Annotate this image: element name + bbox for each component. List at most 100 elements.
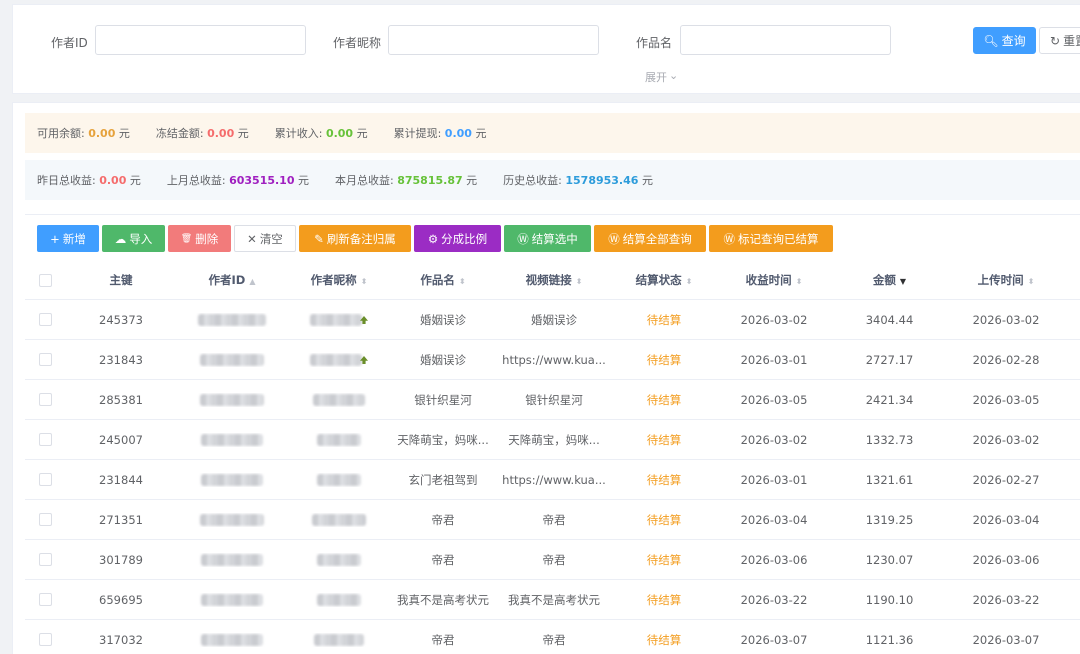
last-month-earnings: 上月总收益: 603515.10 元 <box>167 172 309 188</box>
header-author-id[interactable]: 作者ID ▲︎ <box>177 272 287 288</box>
search-panel: 作者ID 作者昵称 作品名 🔍︎ 查询 ↻ 重置 展开 ⌄ <box>12 4 1080 94</box>
cell-amount: 1230.07 <box>865 552 914 567</box>
expand-label: 展开 <box>645 71 667 84</box>
cell-work-name: 玄门老祖驾到 <box>408 472 478 487</box>
row-select-cell <box>25 513 65 526</box>
sort-desc-icon[interactable]: ▼ <box>900 277 906 286</box>
sort-icon[interactable]: ⬍ <box>361 277 368 286</box>
cell-work-name: 婚姻误诊 <box>420 352 466 367</box>
add-button[interactable]: + 新增 <box>37 225 99 252</box>
delete-button[interactable]: 🗑︎ 删除 <box>168 225 231 252</box>
header-label: 作者昵称 <box>310 273 357 287</box>
refresh-notes-button[interactable]: ✎ 刷新备注归属 <box>299 225 411 252</box>
cell-work-name: 婚姻误诊 <box>420 312 466 327</box>
cell-video-link[interactable]: 银针织星河 <box>495 392 613 408</box>
row-checkbox[interactable] <box>38 633 52 646</box>
reset-button[interactable]: ↻ 重置 <box>1039 27 1080 54</box>
row-select-cell <box>25 313 65 326</box>
cell-upload-time: 2026-03-22 <box>972 592 1040 607</box>
header-settle-status[interactable]: 结算状态 ⬍ <box>613 272 715 288</box>
header-work-name[interactable]: 作品名 ⬍ <box>391 272 495 288</box>
row-checkbox[interactable] <box>38 433 52 446</box>
sort-icon[interactable]: ⬍ <box>1028 277 1035 286</box>
import-button[interactable]: ☁ 导入 <box>102 225 165 252</box>
cell-video-link[interactable]: 帝君 <box>495 632 613 648</box>
select-all-checkbox[interactable] <box>38 273 52 287</box>
table-row[interactable]: 245373 婚姻误诊 婚姻误诊 待结算 2026-03-02 3404.44 … <box>25 300 1080 340</box>
split-ratio-button[interactable]: ⚙ 分成比例 <box>414 225 501 252</box>
settle-selected-button[interactable]: Ⓦ 结算选中 <box>504 225 591 252</box>
row-checkbox[interactable] <box>38 553 52 566</box>
table-row[interactable]: 285381 银针织星河 银针织星河 待结算 2026-03-05 2421.3… <box>25 380 1080 420</box>
cell-settle-status: 待结算 <box>646 432 682 447</box>
table-row[interactable]: 245007 天降萌宝，妈咪... 天降萌宝，妈咪... 待结算 2026-03… <box>25 420 1080 460</box>
sort-icon[interactable]: ⬍ <box>796 277 803 286</box>
refresh-notes-button-label: 刷新备注归属 <box>326 231 396 246</box>
available-balance: 可用余额: 0.00 元 <box>37 125 130 141</box>
settle-all-button[interactable]: Ⓦ 结算全部查询 <box>594 225 706 252</box>
total-income-value: 0.00 <box>325 127 354 140</box>
cell-settle-status: 待结算 <box>646 392 682 407</box>
row-checkbox[interactable] <box>38 353 52 366</box>
cell-amount: 1190.10 <box>865 592 914 607</box>
reset-button-label: 重置 <box>1063 34 1080 48</box>
cell-settle-status: 待结算 <box>646 632 682 647</box>
work-name-input[interactable] <box>680 25 891 55</box>
header-upload-time[interactable]: 上传时间 ⬍ <box>946 272 1066 288</box>
table-row[interactable]: 301789 帝君 帝君 待结算 2026-03-06 1230.07 2026… <box>25 540 1080 580</box>
redacted-author-id <box>201 634 263 646</box>
query-button[interactable]: 🔍︎ 查询 <box>973 27 1036 54</box>
table-row[interactable]: 231843 婚姻误诊 https://www.kua... 待结算 2026-… <box>25 340 1080 380</box>
cell-amount: 3404.44 <box>865 312 914 327</box>
header-video-link[interactable]: 视频链接 ⬍ <box>495 272 613 288</box>
nickname-input[interactable] <box>388 25 599 55</box>
cell-video-link[interactable]: 婚姻误诊 <box>495 312 613 328</box>
cell-settle-status: 待结算 <box>646 312 682 327</box>
cell-earning-time: 2026-03-02 <box>740 432 808 447</box>
row-checkbox[interactable] <box>38 313 52 326</box>
cell-nickname <box>287 353 391 367</box>
redacted-nickname <box>317 474 361 486</box>
expand-toggle[interactable]: 展开 ⌄ <box>645 69 678 85</box>
author-id-input[interactable] <box>95 25 306 55</box>
this-month-earnings-label: 本月总收益: <box>335 174 394 187</box>
clear-button[interactable]: ✕ 清空 <box>234 225 296 252</box>
total-income: 累计收入: 0.00 元 <box>275 125 368 141</box>
cell-video-link[interactable]: 帝君 <box>495 552 613 568</box>
balance-summary: 可用余额: 0.00 元 冻结金额: 0.00 元 累计收入: 0.00 元 累… <box>25 113 1080 153</box>
table-row[interactable]: 659695 我真不是高考状元 我真不是高考状元 待结算 2026-03-22 … <box>25 580 1080 620</box>
cell-video-link[interactable]: https://www.kua... <box>495 353 613 367</box>
sort-icon[interactable]: ⬍ <box>686 277 693 286</box>
header-label: 结算状态 <box>635 273 682 287</box>
cell-author-id <box>177 313 287 327</box>
cell-earning-time: 2026-03-04 <box>740 512 808 527</box>
header-earning-time[interactable]: 收益时间 ⬍ <box>715 272 833 288</box>
sort-icon[interactable]: ⬍ <box>459 277 466 286</box>
action-toolbar: + 新增 ☁ 导入 🗑︎ 删除 ✕ 清空 ✎ 刷新备注归属 ⚙ 分成比例 Ⓦ 结… <box>25 214 1080 262</box>
cell-video-link[interactable]: 天降萌宝，妈咪... <box>495 432 613 448</box>
author-id-label: 作者ID <box>51 36 88 50</box>
header-nickname[interactable]: 作者昵称 ⬍ <box>287 272 391 288</box>
unit: 元 <box>118 127 130 140</box>
row-checkbox[interactable] <box>38 513 52 526</box>
sort-icon[interactable]: ⬍ <box>576 277 583 286</box>
table-row[interactable]: 231844 玄门老祖驾到 https://www.kua... 待结算 202… <box>25 460 1080 500</box>
table-row[interactable]: 271351 帝君 帝君 待结算 2026-03-04 1319.25 2026… <box>25 500 1080 540</box>
gear-icon: ⚙ <box>427 231 439 246</box>
row-checkbox[interactable] <box>38 593 52 606</box>
row-checkbox[interactable] <box>38 473 52 486</box>
cell-author-id <box>177 353 287 367</box>
query-button-label: 查询 <box>1001 34 1026 48</box>
header-label: 上传时间 <box>977 273 1024 287</box>
table-row[interactable]: 317032 帝君 帝君 待结算 2026-03-07 1121.36 2026… <box>25 620 1080 654</box>
row-select-cell <box>25 593 65 606</box>
check-circle-icon: Ⓦ <box>723 231 736 246</box>
sort-icon[interactable]: ▲︎ <box>249 277 255 286</box>
row-checkbox[interactable] <box>38 393 52 406</box>
mark-settled-button[interactable]: Ⓦ 标记查询已结算 <box>709 225 833 252</box>
cell-video-link[interactable]: 我真不是高考状元 <box>495 592 613 608</box>
cell-video-link[interactable]: https://www.kua... <box>495 473 613 487</box>
header-amount[interactable]: 金额 ▼ <box>833 272 946 288</box>
cell-author-id <box>177 633 287 647</box>
cell-video-link[interactable]: 帝君 <box>495 512 613 528</box>
